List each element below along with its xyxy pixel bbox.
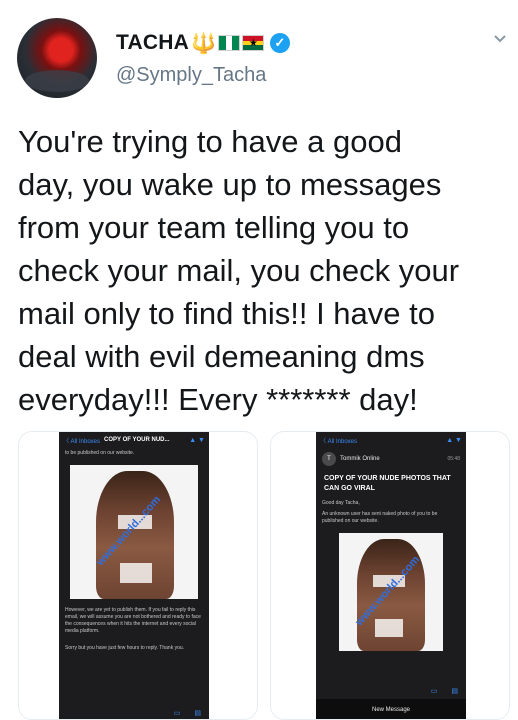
tweet-text: You're trying to have a good day, you wa…: [18, 124, 460, 417]
mail-header-bar: 〈 All Inboxes COPY OF YOUR NUD... ▲ ▼: [59, 432, 209, 448]
mail-nav-arrows-icon: ▲ ▼: [189, 436, 205, 444]
mail-body: However, we are yet to publish them. If …: [65, 607, 201, 634]
censored-photo: www.world...com: [339, 533, 443, 651]
mail-subject: COPY OF YOUR NUDE PHOTOS THAT CAN GO VIR…: [324, 475, 451, 492]
mail-toolbar: ▭ ▤: [316, 683, 466, 699]
mail-greeting: Good day Tacha,: [322, 500, 360, 506]
back-to-inboxes-link: 〈 All Inboxes: [63, 438, 101, 445]
sender-time: 05:48: [447, 456, 460, 462]
censored-photo: www.world...com: [70, 465, 198, 599]
tweet-card: TACHA 🔱 ★ ✓ @Symply_Tacha You're trying …: [0, 0, 518, 720]
back-to-inboxes-link: 〈 All Inboxes: [320, 438, 358, 445]
user-name-row: TACHA 🔱 ★ ✓: [116, 30, 290, 56]
mail-body: An unknown user has sent naked photo of …: [322, 511, 438, 524]
flag-icon: ▭: [430, 688, 438, 695]
sender-avatar: T: [322, 452, 336, 466]
trident-emoji-icon: 🔱: [190, 32, 216, 55]
mail-top-line: to be published on our website.: [65, 450, 135, 456]
tweet-image-2[interactable]: 〈 All Inboxes ▲ ▼ T Tommik Online 05:48 …: [270, 431, 510, 720]
user-handle[interactable]: @Symply_Tacha: [116, 64, 266, 87]
new-message-button: New Message: [316, 699, 466, 719]
folder-icon: ▤: [451, 688, 458, 695]
mail-footer: Sorry but you have just few hours to rep…: [65, 645, 185, 651]
display-name[interactable]: TACHA: [116, 31, 189, 55]
mail-nav-arrows-icon: ▲ ▼: [446, 436, 462, 444]
email-screenshot-2: 〈 All Inboxes ▲ ▼ T Tommik Online 05:48 …: [316, 432, 466, 719]
sender-name: Tommik Online: [340, 456, 380, 462]
censor-bar: [375, 619, 403, 637]
mail-subject-short: COPY OF YOUR NUD...: [104, 437, 170, 443]
tweet-image-1[interactable]: 〈 All Inboxes COPY OF YOUR NUD... ▲ ▼ to…: [18, 431, 258, 720]
nigeria-flag-icon: [217, 35, 240, 51]
ghana-flag-icon: ★: [241, 35, 264, 51]
mail-header-bar: 〈 All Inboxes ▲ ▼: [316, 432, 466, 448]
avatar[interactable]: [17, 18, 97, 98]
mail-toolbar: ▭ ▤: [59, 705, 209, 719]
email-screenshot-1: 〈 All Inboxes COPY OF YOUR NUD... ▲ ▼ to…: [59, 432, 209, 719]
flag-icon: ▭: [173, 710, 181, 717]
censor-bar: [120, 563, 152, 583]
chevron-down-icon[interactable]: [493, 32, 507, 46]
verified-badge-icon: ✓: [269, 33, 290, 53]
folder-icon: ▤: [194, 710, 201, 717]
sender-row: T Tommik Online 05:48: [316, 448, 466, 468]
